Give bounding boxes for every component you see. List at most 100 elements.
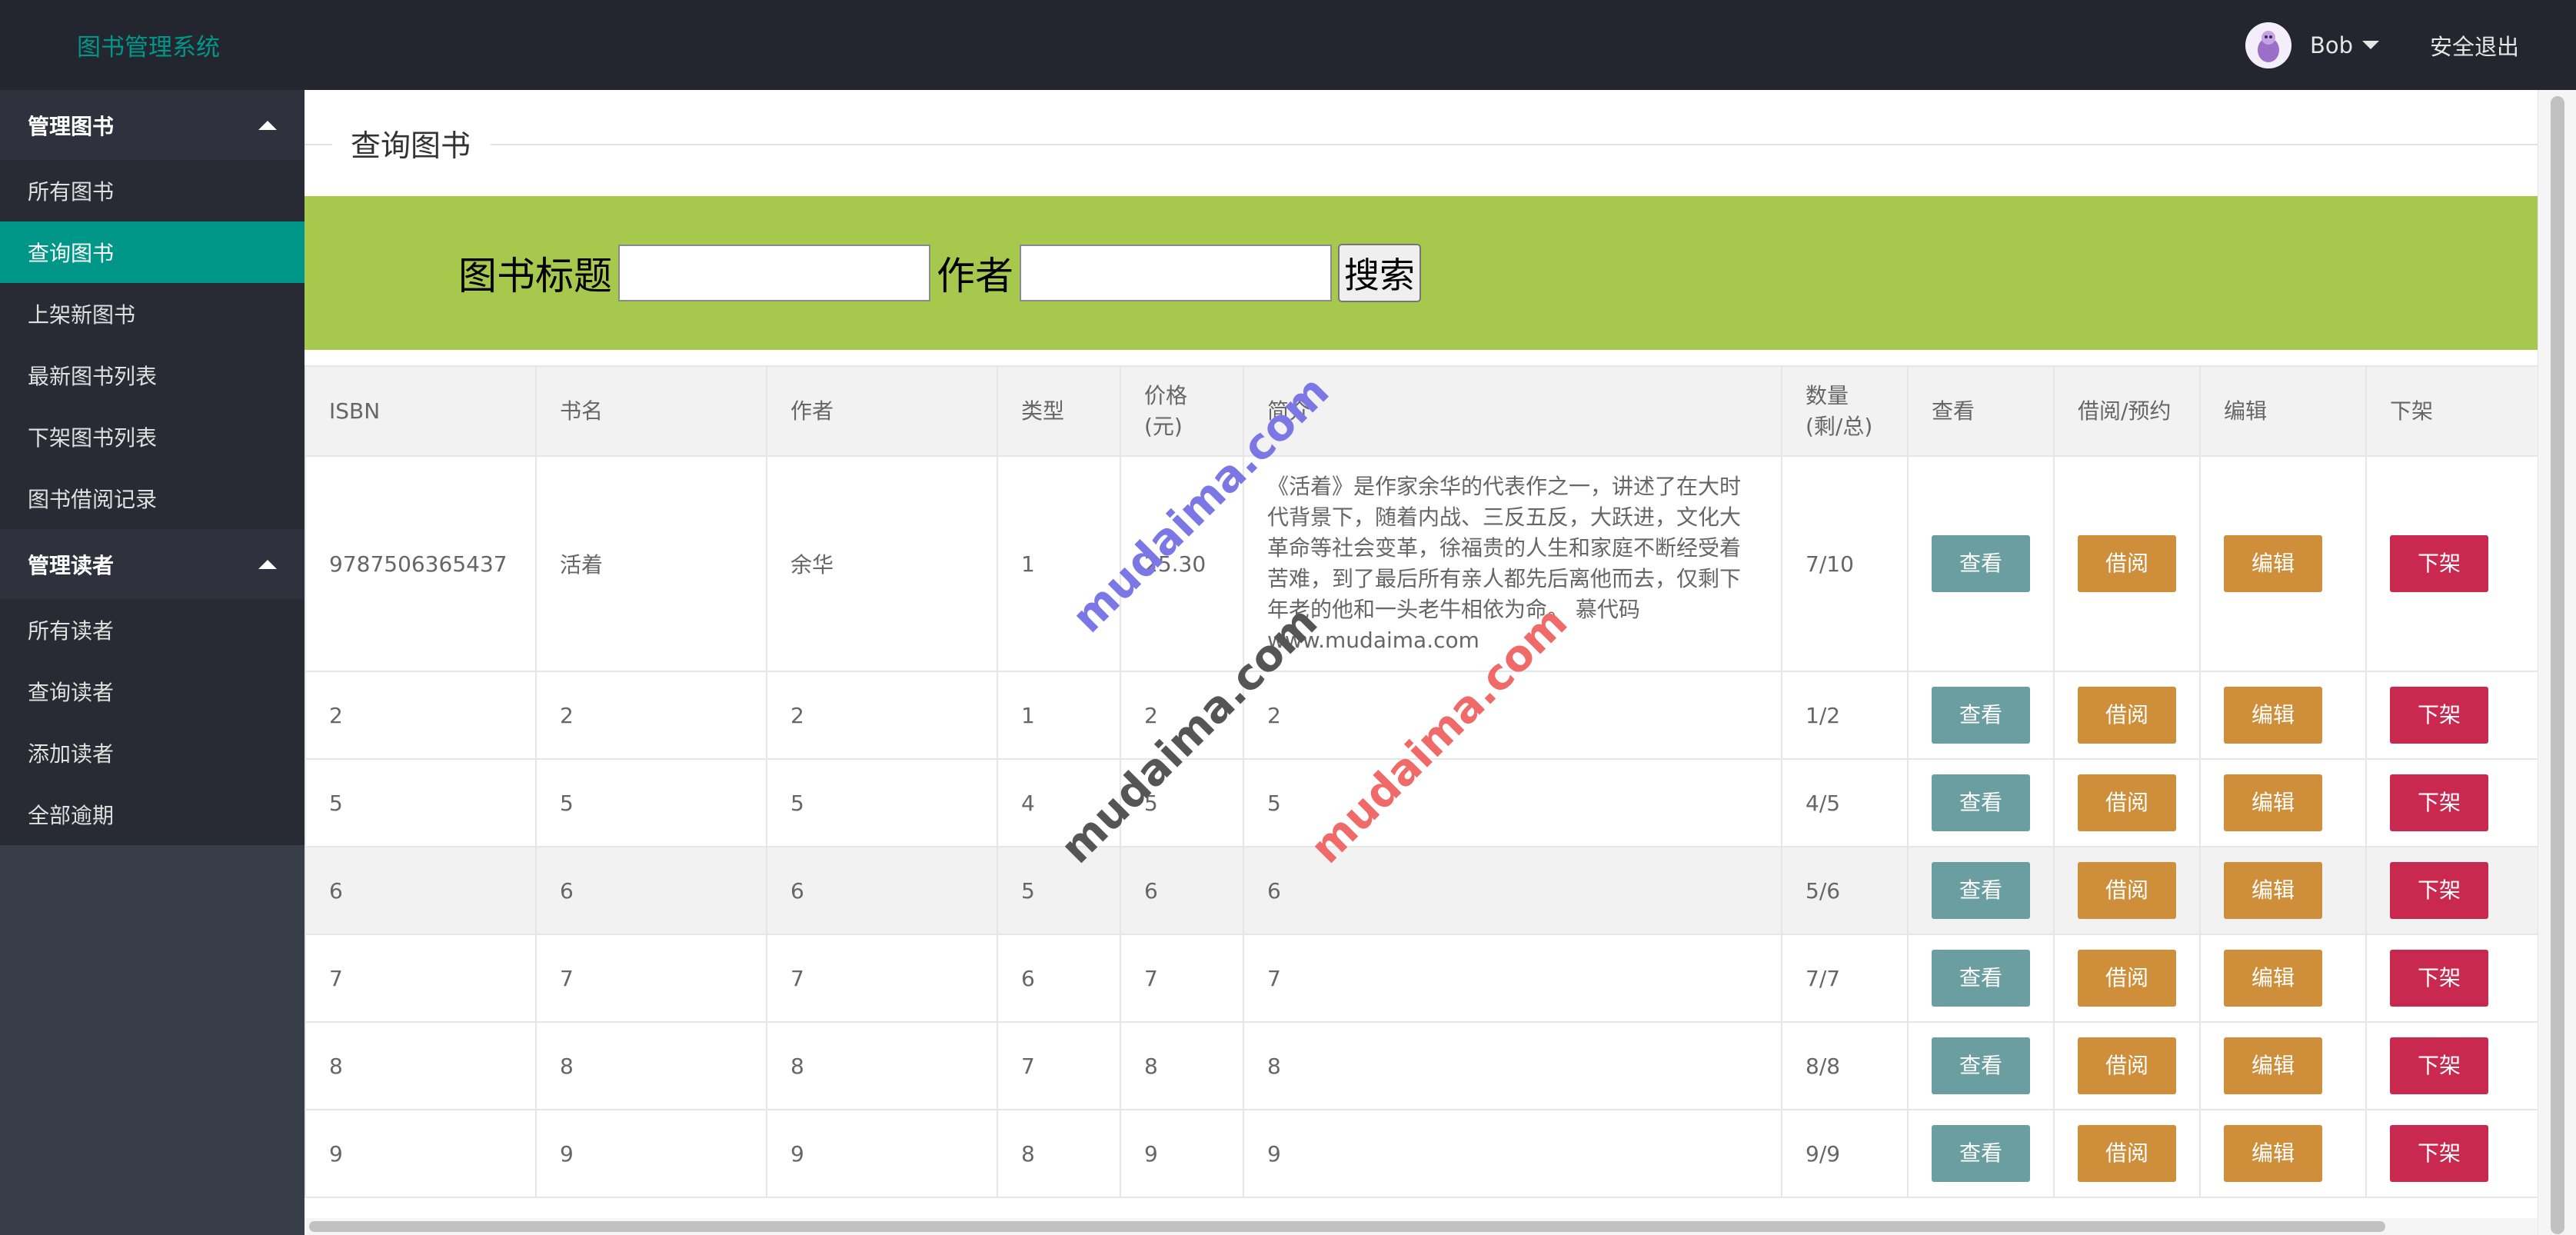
cell-type: 1 — [997, 671, 1121, 760]
edit-button[interactable]: 编辑 — [2224, 687, 2322, 744]
view-button[interactable]: 查看 — [1932, 1125, 2030, 1182]
logout-link[interactable]: 安全退出 — [2430, 29, 2519, 62]
view-button[interactable]: 查看 — [1932, 535, 2030, 592]
cell-isbn: 8 — [305, 1021, 537, 1110]
remove-button[interactable]: 下架 — [2390, 1037, 2488, 1094]
cell-borrow: 借阅 — [2053, 1109, 2201, 1198]
cell-isbn: 5 — [305, 758, 537, 847]
cell-view: 查看 — [1907, 455, 2055, 672]
view-button[interactable]: 查看 — [1932, 950, 2030, 1007]
cell-remove: 下架 — [2365, 1109, 2538, 1198]
cell-remove: 下架 — [2365, 934, 2538, 1023]
table-row: 7 7 7 6 7 7 7/7 查看 借阅 编辑 下架 — [305, 934, 2538, 1023]
remove-button[interactable]: 下架 — [2390, 862, 2488, 919]
remove-button[interactable]: 下架 — [2390, 687, 2488, 744]
remove-button[interactable]: 下架 — [2390, 1125, 2488, 1182]
search-form: 图书标题 作者 搜索 — [458, 196, 1421, 350]
edit-button[interactable]: 编辑 — [2224, 1125, 2322, 1182]
cell-remove: 下架 — [2365, 671, 2538, 760]
borrow-button[interactable]: 借阅 — [2078, 1125, 2176, 1182]
cell-name: 活着 — [535, 455, 767, 672]
cell-edit: 编辑 — [2199, 758, 2367, 847]
nav-group-manage-books[interactable]: 管理图书 — [0, 90, 305, 160]
horizontal-scrollbar-thumb[interactable] — [309, 1221, 2385, 1232]
sidebar-item-query-readers[interactable]: 查询读者 — [0, 661, 305, 722]
horizontal-scrollbar[interactable] — [305, 1218, 2538, 1235]
borrow-button[interactable]: 借阅 — [2078, 862, 2176, 919]
edit-button[interactable]: 编辑 — [2224, 1037, 2322, 1094]
nav-items-books: 所有图书 查询图书 上架新图书 最新图书列表 下架图书列表 图书借阅记录 — [0, 160, 305, 529]
column-header-name: 书名 — [535, 365, 767, 457]
cell-intro: 9 — [1243, 1109, 1782, 1198]
view-button[interactable]: 查看 — [1932, 1037, 2030, 1094]
cell-edit: 编辑 — [2199, 934, 2367, 1023]
author-search-input[interactable] — [1020, 245, 1332, 301]
vertical-scrollbar-thumb[interactable] — [2551, 96, 2564, 1234]
vertical-scrollbar[interactable] — [2538, 90, 2576, 1235]
view-button[interactable]: 查看 — [1932, 862, 2030, 919]
cell-count: 1/2 — [1781, 671, 1909, 760]
remove-button[interactable]: 下架 — [2390, 950, 2488, 1007]
view-button[interactable]: 查看 — [1932, 687, 2030, 744]
borrow-button[interactable]: 借阅 — [2078, 774, 2176, 831]
edit-button[interactable]: 编辑 — [2224, 774, 2322, 831]
remove-button[interactable]: 下架 — [2390, 774, 2488, 831]
user-avatar[interactable] — [2245, 22, 2291, 68]
cell-borrow: 借阅 — [2053, 1021, 2201, 1110]
view-button[interactable]: 查看 — [1932, 774, 2030, 831]
cell-author: 余华 — [766, 455, 998, 672]
edit-button[interactable]: 编辑 — [2224, 862, 2322, 919]
nav-group-label: 管理读者 — [28, 552, 115, 578]
cell-view: 查看 — [1907, 671, 2055, 760]
table-row: 8 8 8 7 8 8 8/8 查看 借阅 编辑 下架 — [305, 1021, 2538, 1110]
table-body: 9787506365437 活着 余华 1 25.30 《活着》是作家余华的代表… — [305, 455, 2538, 1198]
borrow-button[interactable]: 借阅 — [2078, 1037, 2176, 1094]
cell-author: 2 — [766, 671, 998, 760]
search-button[interactable]: 搜索 — [1338, 244, 1421, 302]
table-row: 6 6 6 5 6 6 5/6 查看 借阅 编辑 下架 — [305, 846, 2538, 935]
sidebar-item-removed-books[interactable]: 下架图书列表 — [0, 406, 305, 468]
cell-price: 7 — [1120, 934, 1244, 1023]
sidebar-item-borrow-records[interactable]: 图书借阅记录 — [0, 468, 305, 529]
cell-count: 9/9 — [1781, 1109, 1909, 1198]
cell-count: 7/10 — [1781, 455, 1909, 672]
app-logo-title[interactable]: 图书管理系统 — [77, 28, 220, 62]
borrow-button[interactable]: 借阅 — [2078, 950, 2176, 1007]
table-row: 9 9 9 8 9 9 9/9 查看 借阅 编辑 下架 — [305, 1109, 2538, 1198]
cell-edit: 编辑 — [2199, 1109, 2367, 1198]
borrow-button[interactable]: 借阅 — [2078, 687, 2176, 744]
cell-view: 查看 — [1907, 846, 2055, 935]
title-search-input[interactable] — [618, 245, 930, 301]
cell-type: 5 — [997, 846, 1121, 935]
table-row: 9787506365437 活着 余华 1 25.30 《活着》是作家余华的代表… — [305, 455, 2538, 672]
sidebar-item-all-books[interactable]: 所有图书 — [0, 160, 305, 221]
search-bar: 图书标题 作者 搜索 — [305, 196, 2538, 350]
sidebar-item-latest-books[interactable]: 最新图书列表 — [0, 345, 305, 406]
sidebar-item-add-reader[interactable]: 添加读者 — [0, 722, 305, 784]
user-name[interactable]: Bob — [2310, 32, 2353, 58]
column-header-remove: 下架 — [2365, 365, 2538, 457]
cell-view: 查看 — [1907, 1109, 2055, 1198]
column-header-author: 作者 — [766, 365, 998, 457]
nav-group-manage-readers[interactable]: 管理读者 — [0, 529, 305, 599]
cell-remove: 下架 — [2365, 1021, 2538, 1110]
cell-remove: 下架 — [2365, 455, 2538, 672]
sidebar-item-all-overdue[interactable]: 全部逾期 — [0, 784, 305, 845]
edit-button[interactable]: 编辑 — [2224, 950, 2322, 1007]
page-title: 查询图书 — [351, 129, 471, 164]
cell-count: 5/6 — [1781, 846, 1909, 935]
nav-group-label: 管理图书 — [28, 113, 115, 139]
borrow-button[interactable]: 借阅 — [2078, 535, 2176, 592]
column-header-edit: 编辑 — [2199, 365, 2367, 457]
remove-button[interactable]: 下架 — [2390, 535, 2488, 592]
cell-name: 7 — [535, 934, 767, 1023]
cell-name: 6 — [535, 846, 767, 935]
edit-button[interactable]: 编辑 — [2224, 535, 2322, 592]
cell-intro: 7 — [1243, 934, 1782, 1023]
cell-type: 6 — [997, 934, 1121, 1023]
user-area: Bob 安全退出 — [2245, 0, 2576, 90]
sidebar-item-query-books[interactable]: 查询图书 — [0, 221, 305, 283]
sidebar-item-all-readers[interactable]: 所有读者 — [0, 599, 305, 661]
sidebar-item-add-book[interactable]: 上架新图书 — [0, 283, 305, 345]
chevron-down-icon[interactable] — [2361, 41, 2379, 49]
